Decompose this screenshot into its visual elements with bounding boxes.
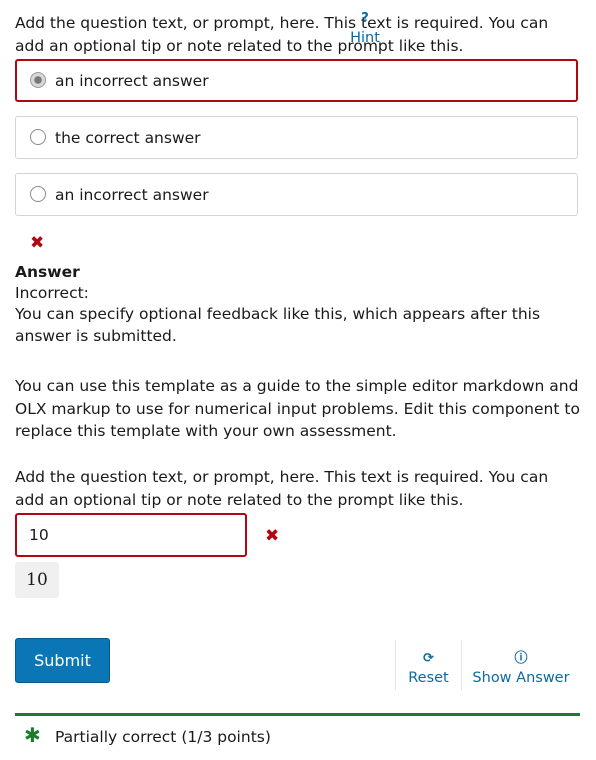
- radio-button[interactable]: [30, 129, 46, 145]
- question-prompt-2: Add the question text, or prompt, here. …: [15, 468, 549, 509]
- x-mark-icon: ✖: [265, 526, 280, 546]
- hint-label: Hint: [350, 30, 380, 46]
- template-note: You can use this template as a guide to …: [15, 377, 580, 440]
- choice-option-3[interactable]: an incorrect answer: [15, 173, 578, 216]
- answer-status: Incorrect:: [15, 284, 89, 302]
- info-icon: ⓘ: [514, 651, 528, 666]
- hint-button[interactable]: ? Hint: [345, 0, 385, 50]
- question-prompt: Add the question text, or prompt, here. …: [15, 14, 549, 55]
- choice-option-1[interactable]: an incorrect answer: [15, 59, 578, 102]
- show-answer-label: Show Answer: [472, 670, 570, 686]
- asterisk-icon: ✱: [24, 723, 41, 747]
- math-preview: 10: [15, 562, 59, 598]
- grade-status: Partially correct (1/3 points): [55, 728, 271, 746]
- answer-heading: Answer: [15, 263, 80, 281]
- refresh-icon: ⟳: [423, 651, 434, 666]
- choice-label: the correct answer: [55, 129, 201, 147]
- choice-option-2[interactable]: the correct answer: [15, 116, 578, 159]
- answer-feedback: You can specify optional feedback like t…: [15, 305, 541, 345]
- radio-button[interactable]: [30, 186, 46, 202]
- question-icon: ?: [361, 11, 369, 26]
- x-mark-icon: ✖: [30, 233, 45, 253]
- submit-button[interactable]: Submit: [15, 638, 110, 683]
- radio-button-selected[interactable]: [30, 72, 46, 88]
- choice-label: an incorrect answer: [55, 72, 209, 90]
- reset-button[interactable]: ⟳ Reset: [395, 640, 461, 690]
- status-divider: [15, 713, 580, 716]
- numerical-input[interactable]: 10: [15, 513, 247, 557]
- reset-label: Reset: [408, 670, 449, 686]
- show-answer-button[interactable]: ⓘ Show Answer: [461, 640, 580, 690]
- choice-label: an incorrect answer: [55, 186, 209, 204]
